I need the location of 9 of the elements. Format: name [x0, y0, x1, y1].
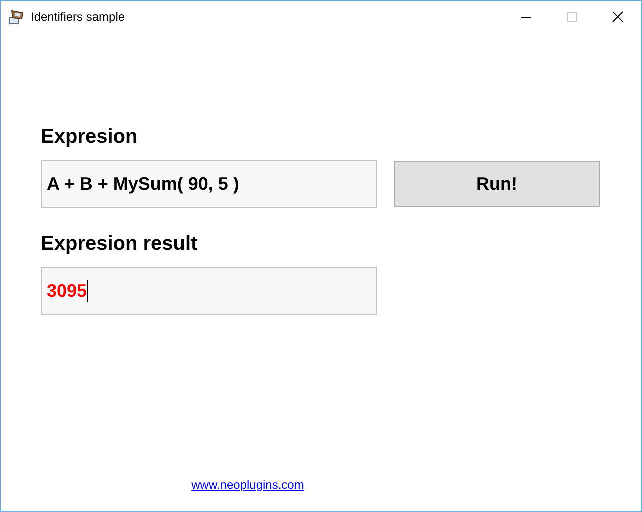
run-button[interactable]: Run!	[394, 161, 600, 207]
result-field[interactable]: 3095	[41, 267, 377, 315]
expression-field[interactable]: A + B + MySum( 90, 5 )	[41, 160, 377, 208]
app-icon	[9, 8, 25, 24]
expression-label: Expresion	[41, 125, 139, 149]
result-label: Expresion result	[41, 232, 199, 256]
website-link[interactable]: www.neoplugins.com	[192, 476, 304, 494]
result-value: 3095	[47, 280, 88, 302]
window-title: Identifiers sample	[31, 8, 126, 26]
